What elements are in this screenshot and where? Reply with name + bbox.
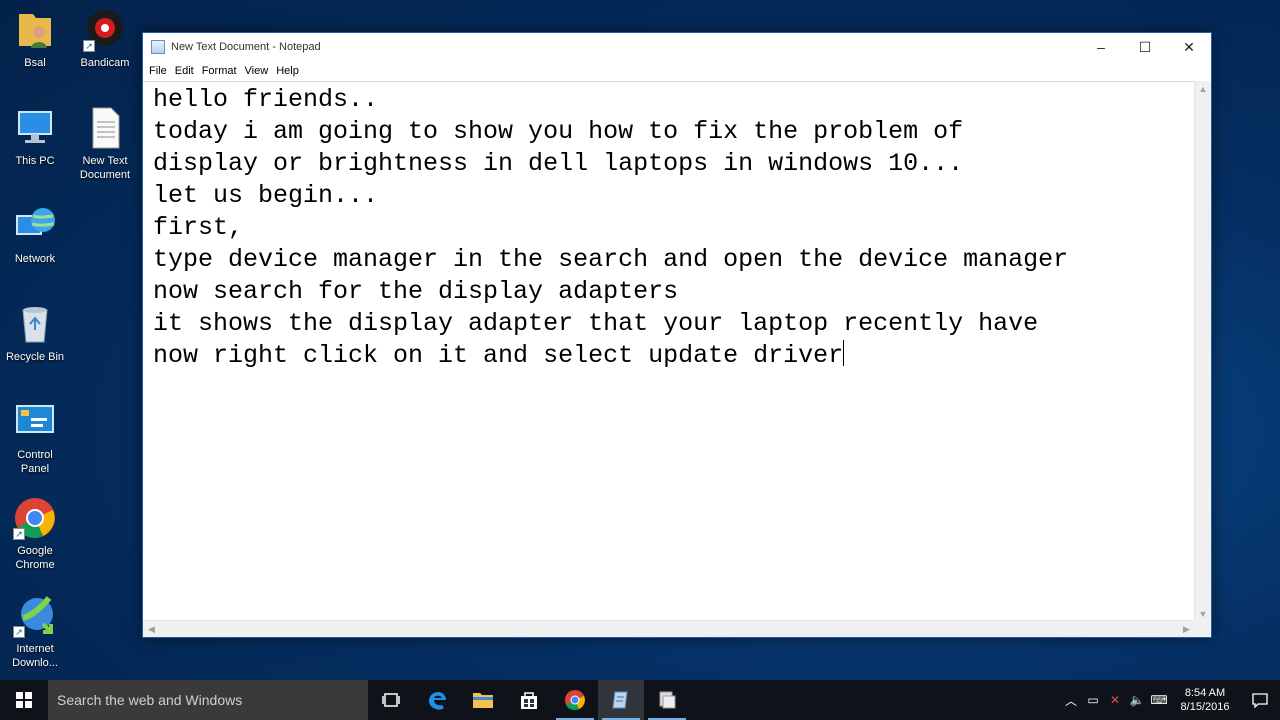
folder-icon: [473, 693, 493, 708]
taskbar: Search the web and Windows ︿ ▭ ✕ 🔈 ⌨ 8:5…: [0, 680, 1280, 720]
clock-date: 8/15/2016: [1180, 701, 1230, 713]
close-button[interactable]: ✕: [1167, 33, 1211, 61]
menu-bar: File Edit Format View Help: [143, 61, 1211, 81]
notepad-icon: [151, 40, 165, 54]
text-line: display or brightness in dell laptops in…: [153, 149, 964, 178]
windows-logo-icon: [16, 692, 32, 708]
battery-icon[interactable]: ▭: [1082, 693, 1104, 707]
menu-format[interactable]: Format: [198, 65, 241, 77]
bandicam-icon: ↗: [83, 8, 127, 52]
taskbar-chrome[interactable]: [552, 680, 598, 720]
start-button[interactable]: [0, 680, 48, 720]
text-line: hello friends..: [153, 85, 379, 114]
text-line: it shows the display adapter that your l…: [153, 309, 1039, 338]
desktop-icon-label: Bandicam: [80, 57, 130, 69]
chrome-icon: [565, 690, 585, 710]
text-line: first,: [153, 213, 244, 242]
control-panel-icon: [13, 400, 57, 444]
desktop-icon-label: Control Panel: [17, 449, 53, 475]
store-bag-icon: [521, 692, 537, 709]
text-caret: [843, 340, 845, 366]
window-title: New Text Document - Notepad: [171, 41, 321, 53]
taskbar-store[interactable]: [506, 680, 552, 720]
desktop-icon-this-pc[interactable]: This PC: [0, 106, 70, 168]
taskbar-edge[interactable]: [414, 680, 460, 720]
taskbar-clock[interactable]: 8:54 AM 8/15/2016: [1170, 686, 1240, 714]
desktop-icon-new-text-document[interactable]: New Text Document: [70, 106, 140, 182]
notepad-icon: [612, 691, 628, 709]
minimize-button[interactable]: –: [1079, 33, 1123, 61]
title-bar[interactable]: New Text Document - Notepad – ☐ ✕: [143, 33, 1211, 61]
network-status-icon[interactable]: ✕: [1104, 693, 1126, 707]
text-line: now right click on it and select update …: [153, 341, 844, 370]
network-globe-icon: [13, 204, 57, 248]
desktop-icon-recycle-bin[interactable]: Recycle Bin: [0, 302, 70, 364]
show-hidden-icons-chevron-icon[interactable]: ︿: [1060, 692, 1082, 709]
taskbar-notepad[interactable]: [598, 680, 644, 720]
scroll-left-icon[interactable]: ◀: [143, 621, 160, 638]
user-folder-icon: [13, 8, 57, 52]
desktop-icon-label: New Text Document: [79, 155, 131, 181]
vertical-scrollbar[interactable]: ▲ ▼: [1194, 81, 1211, 623]
menu-view[interactable]: View: [241, 65, 273, 77]
computer-icon: [13, 106, 57, 150]
text-line: now search for the display adapters: [153, 277, 679, 306]
task-view-button[interactable]: [368, 680, 414, 720]
shortcut-arrow-icon: ↗: [13, 626, 25, 638]
horizontal-scrollbar[interactable]: ◀ ▶: [143, 620, 1195, 637]
desktop-icon-internet-download-manager[interactable]: ↗ Internet Downlo...: [0, 594, 70, 670]
desktop-icon-label: Google Chrome: [15, 545, 55, 571]
desktop-icon-label: Recycle Bin: [5, 351, 65, 363]
download-manager-icon: ↗: [13, 594, 57, 638]
menu-help[interactable]: Help: [272, 65, 303, 77]
volume-icon[interactable]: 🔈: [1126, 693, 1148, 707]
scroll-up-icon[interactable]: ▲: [1195, 81, 1211, 98]
shortcut-arrow-icon: ↗: [13, 528, 25, 540]
text-editor-area[interactable]: hello friends.. today i am going to show …: [143, 81, 1195, 623]
recycle-bin-icon: [13, 302, 57, 346]
taskbar-bandicam-app[interactable]: [644, 680, 690, 720]
desktop-icon-bandicam[interactable]: ↗ Bandicam: [70, 8, 140, 70]
taskbar-file-explorer[interactable]: [460, 680, 506, 720]
desktop-icon-label: Network: [14, 253, 56, 265]
text-line-last: now right click on it and select update …: [153, 340, 1195, 372]
scroll-right-icon[interactable]: ▶: [1178, 621, 1195, 638]
keyboard-input-icon[interactable]: ⌨: [1148, 693, 1170, 707]
edge-icon: [429, 692, 446, 710]
clock-time: 8:54 AM: [1184, 687, 1226, 699]
desktop-icon-bsal[interactable]: Bsal: [0, 8, 70, 70]
system-tray: ︿ ▭ ✕ 🔈 ⌨ 8:54 AM 8/15/2016: [1060, 680, 1280, 720]
shortcut-arrow-icon: ↗: [83, 40, 95, 52]
text-document-icon: [83, 106, 127, 150]
desktop-icon-google-chrome[interactable]: ↗ Google Chrome: [0, 496, 70, 572]
notepad-window[interactable]: New Text Document - Notepad – ☐ ✕ File E…: [142, 32, 1212, 638]
desktop-icon-label: This PC: [15, 155, 55, 167]
text-line: type device manager in the search and op…: [153, 245, 1069, 274]
resize-grip[interactable]: [1194, 620, 1211, 637]
menu-file[interactable]: File: [145, 65, 171, 77]
taskbar-search-box[interactable]: Search the web and Windows: [48, 680, 368, 720]
task-view-icon: [382, 693, 400, 707]
menu-edit[interactable]: Edit: [171, 65, 198, 77]
desktop-icon-network[interactable]: Network: [0, 204, 70, 266]
chrome-icon: ↗: [13, 496, 57, 540]
text-line: today i am going to show you how to fix …: [153, 117, 964, 146]
text-line: let us begin...: [153, 181, 379, 210]
app-window-icon: [659, 691, 676, 709]
desktop-icon-label: Bsal: [24, 57, 46, 69]
desktop-icon-control-panel[interactable]: Control Panel: [0, 400, 70, 476]
desktop-icon-label: Internet Downlo...: [12, 643, 58, 669]
action-center-button[interactable]: [1240, 680, 1280, 720]
notification-icon: [1252, 693, 1268, 708]
maximize-button[interactable]: ☐: [1123, 33, 1167, 61]
